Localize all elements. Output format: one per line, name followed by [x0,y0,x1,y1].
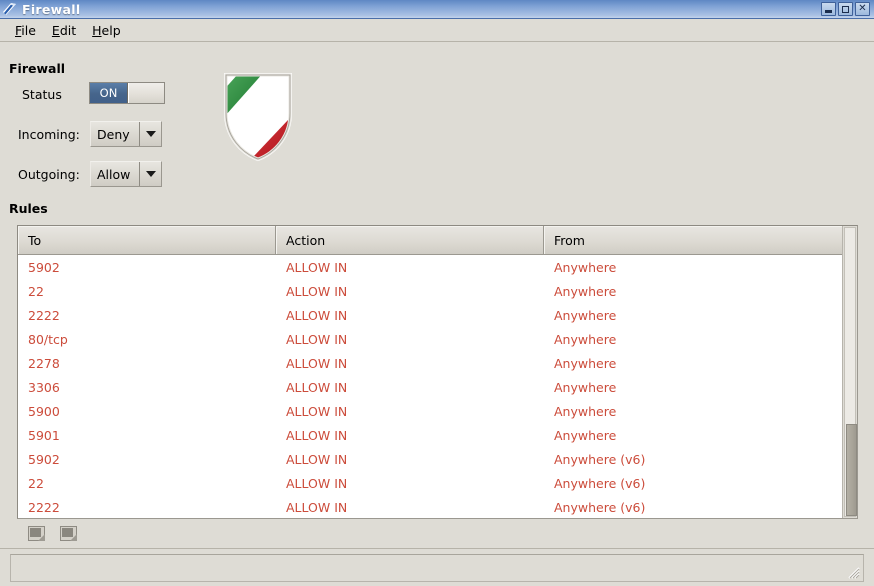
titlebar[interactable]: Firewall ✕ [0,0,874,19]
table-row[interactable]: 5902 ALLOW IN Anywhere (v6) [18,447,842,471]
scrollbar-thumb[interactable] [846,423,857,516]
cell-to: 2222 [28,307,60,323]
cell-to: 5902 [28,259,60,275]
table-row[interactable]: 22 ALLOW IN Anywhere (v6) [18,471,842,495]
broken-image-icon [27,525,45,541]
cell-action: ALLOW IN [286,427,348,443]
cell-from: Anywhere (v6) [554,499,646,515]
outgoing-policy-dropdown[interactable]: Allow [90,161,162,187]
column-header-to[interactable]: To [18,226,276,254]
outgoing-label: Outgoing: [18,167,80,182]
cell-from: Anywhere [554,427,617,443]
scrollbar-trough[interactable] [844,227,857,517]
cell-action: ALLOW IN [286,331,348,347]
rules-table-header: To Action From [18,226,842,255]
rules-section-title: Rules [9,201,48,216]
cell-action: ALLOW IN [286,475,348,491]
broken-image-icon [59,525,77,541]
incoming-policy-dropdown[interactable]: Deny [90,121,162,147]
column-header-from[interactable]: From [544,226,842,254]
menu-help[interactable]: Help [84,21,129,40]
close-button[interactable]: ✕ [855,2,870,16]
cell-action: ALLOW IN [286,283,348,299]
rules-table-body: 5902 ALLOW IN Anywhere 22 ALLOW IN Anywhere 22… [18,255,842,518]
incoming-label: Incoming: [18,127,80,142]
cell-action: ALLOW IN [286,499,348,515]
column-header-action[interactable]: Action [276,226,544,254]
cell-action: ALLOW IN [286,379,348,395]
firewall-app-icon [2,2,18,17]
cell-to: 5901 [28,427,60,443]
status-toggle-on-label: ON [90,83,128,103]
cell-action: ALLOW IN [286,259,348,275]
close-icon: ✕ [858,3,867,14]
outgoing-policy-value: Allow [97,166,131,182]
table-row[interactable]: 5900 ALLOW IN Anywhere [18,399,842,423]
resize-grip-icon[interactable] [846,565,860,579]
chevron-down-icon [139,162,161,186]
cell-from: Anywhere [554,259,617,275]
cell-to: 5900 [28,403,60,419]
table-row[interactable]: 22 ALLOW IN Anywhere [18,279,842,303]
remove-rule-button[interactable] [57,523,79,543]
firewall-section-title: Firewall [9,61,66,76]
rules-table-viewport: To Action From 5902 ALLOW IN Anywhere 22 ALL… [18,226,842,518]
table-row[interactable]: 5901 ALLOW IN Anywhere [18,423,842,447]
cell-action: ALLOW IN [286,355,348,371]
cell-to: 22 [28,475,44,491]
cell-from: Anywhere (v6) [554,451,646,467]
cell-from: Anywhere [554,355,617,371]
maximize-button[interactable] [838,2,853,16]
cell-from: Anywhere [554,331,617,347]
status-label: Status [22,87,62,102]
rules-toolbar [17,520,858,546]
statusbar-inset [10,554,864,582]
cell-action: ALLOW IN [286,451,348,467]
rules-table: To Action From 5902 ALLOW IN Anywhere 22 ALL… [17,225,858,519]
cell-to: 5902 [28,451,60,467]
table-row[interactable]: 80/tcp ALLOW IN Anywhere [18,327,842,351]
table-row[interactable]: 3306 ALLOW IN Anywhere [18,375,842,399]
maximize-icon [839,3,852,15]
cell-from: Anywhere [554,307,617,323]
table-row[interactable]: 2222 ALLOW IN Anywhere (v6) [18,495,842,518]
cell-from: Anywhere [554,403,617,419]
menubar: File Edit Help [0,19,874,42]
window-title: Firewall [22,1,81,17]
cell-from: Anywhere [554,283,617,299]
chevron-down-icon [139,122,161,146]
menu-edit[interactable]: Edit [44,21,84,40]
table-row[interactable]: 2222 ALLOW IN Anywhere [18,303,842,327]
minimize-button[interactable] [821,2,836,16]
cell-from: Anywhere [554,379,617,395]
table-row[interactable]: 2278 ALLOW IN Anywhere [18,351,842,375]
minimize-icon [822,3,835,15]
table-row[interactable]: 5902 ALLOW IN Anywhere [18,255,842,279]
status-toggle-knob[interactable] [128,83,164,103]
main-content: Firewall Status ON Incoming: Deny Outgoi… [0,43,874,548]
firewall-status-toggle[interactable]: ON [89,82,165,104]
cell-to: 80/tcp [28,331,68,347]
cell-to: 2222 [28,499,60,515]
cell-action: ALLOW IN [286,403,348,419]
cell-action: ALLOW IN [286,307,348,323]
statusbar [0,548,874,586]
cell-from: Anywhere (v6) [554,475,646,491]
rules-vertical-scrollbar[interactable] [842,226,857,518]
cell-to: 3306 [28,379,60,395]
menu-file[interactable]: File [7,21,44,40]
shield-logo [222,71,294,163]
incoming-policy-value: Deny [97,126,130,142]
cell-to: 2278 [28,355,60,371]
firewall-window: Firewall ✕ File Edit Help Firewall Statu… [0,0,874,586]
cell-to: 22 [28,283,44,299]
window-controls: ✕ [821,2,870,16]
add-rule-button[interactable] [25,523,47,543]
